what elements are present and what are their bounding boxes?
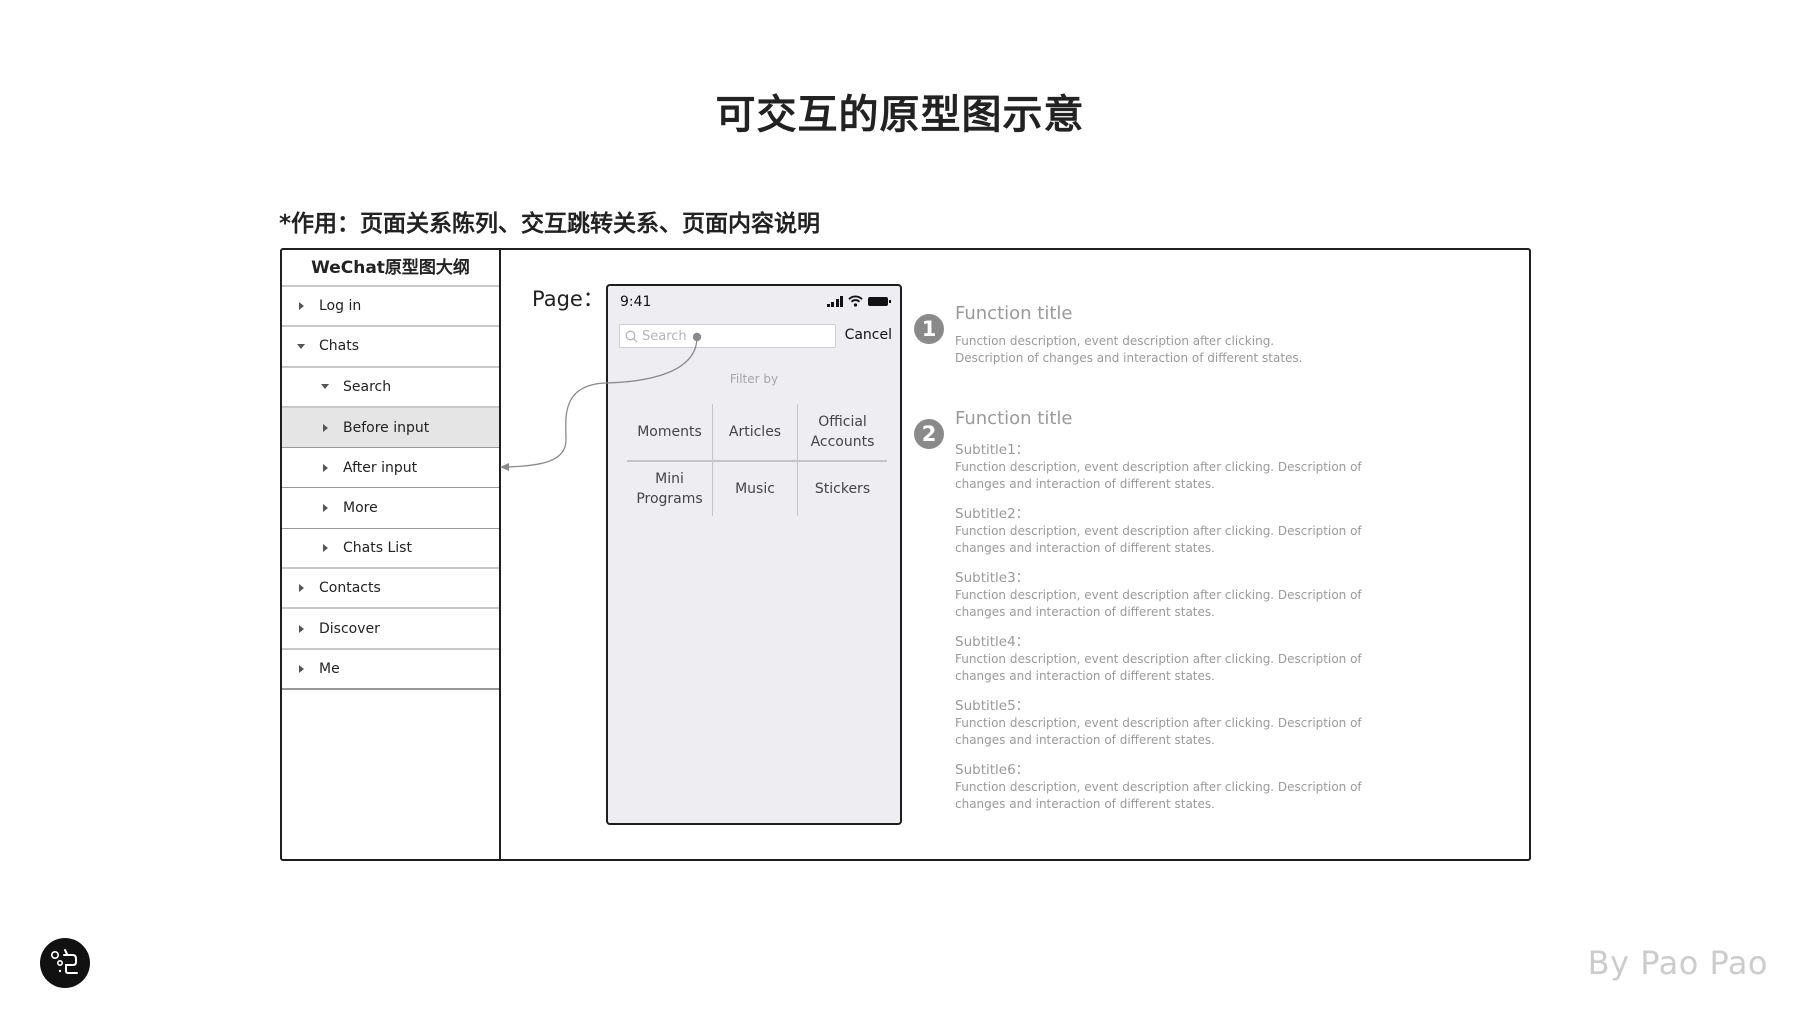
outline-item-label: More [343, 500, 378, 517]
caret-right-icon[interactable] [296, 664, 306, 674]
signal-icon [826, 295, 843, 307]
outline-item-log-in[interactable]: Log in [282, 287, 499, 328]
outline-sidebar: WeChat原型图大纲 Log in Chats Search Before i… [282, 250, 501, 859]
outline-item-before-input[interactable]: Before input [282, 407, 499, 449]
caret-right-icon[interactable] [296, 583, 306, 593]
annotation-description: changes and interaction of different sta… [955, 541, 1215, 555]
annotation-title: Function title [955, 408, 1073, 429]
outline-item-label: Before input [343, 419, 430, 436]
annotation-description: Function description, event description … [955, 334, 1275, 348]
outline-item-label: Chats List [343, 539, 412, 556]
annotation-description: changes and interaction of different sta… [955, 477, 1215, 491]
outline-item-search[interactable]: Search [282, 368, 499, 408]
cancel-button[interactable]: Cancel [845, 327, 892, 343]
outline-item-label: Log in [319, 298, 362, 315]
outline-header: WeChat原型图大纲 [282, 250, 499, 287]
filter-by-label: Filter by [729, 372, 779, 386]
battery-icon [868, 296, 891, 306]
annotation-description: changes and interaction of different sta… [955, 669, 1215, 683]
annotation-description: Function description, event description … [955, 780, 1362, 794]
status-time: 9:41 [620, 294, 652, 310]
annotation-number-badge: 2 [914, 419, 944, 449]
phone-mockup: 9:41 Search Cancel Filter by Moments Art… [606, 284, 902, 825]
wifi-icon [848, 295, 863, 307]
annotation-subtitle: Subtitle5： [955, 698, 1030, 714]
annotation-title: Function title [955, 303, 1073, 324]
byline: By Pao Pao [1587, 944, 1768, 982]
page-label: Page： [532, 287, 604, 311]
annotation-description: Function description, event description … [955, 652, 1362, 666]
status-bar-icons [826, 294, 891, 308]
caret-down-icon[interactable] [296, 341, 306, 351]
annotation-number-badge: 1 [914, 314, 944, 344]
search-input[interactable]: Search [619, 324, 836, 348]
annotation-description: Function description, event description … [955, 524, 1362, 538]
filter-mini-programs[interactable]: Mini Programs [627, 462, 712, 516]
annotation-subtitle: Subtitle6： [955, 762, 1030, 778]
caret-right-icon[interactable] [320, 423, 330, 433]
annotation-subtitle: Subtitle3： [955, 570, 1030, 586]
pao-logo-icon [40, 938, 90, 988]
caret-right-icon[interactable] [320, 463, 330, 473]
outline-item-me[interactable]: Me [282, 650, 499, 690]
annotation-description: changes and interaction of different sta… [955, 733, 1215, 747]
search-placeholder: Search [642, 328, 687, 344]
page-title: 可交互的原型图示意 [715, 92, 1085, 138]
filter-grid: Moments Articles Official Accounts Mini … [627, 404, 887, 516]
annotation-subtitle: Subtitle2： [955, 506, 1030, 522]
filter-moments[interactable]: Moments [627, 404, 712, 460]
annotation-description: changes and interaction of different sta… [955, 797, 1215, 811]
annotation-description: changes and interaction of different sta… [955, 605, 1215, 619]
filter-official-accounts[interactable]: Official Accounts [798, 404, 887, 460]
filter-stickers[interactable]: Stickers [798, 462, 887, 516]
outline-item-label: After input [343, 459, 418, 476]
caret-right-icon[interactable] [320, 543, 330, 553]
annotation-description: Function description, event description … [955, 588, 1362, 602]
outline-item-label: Chats [319, 338, 360, 355]
annotation-description: Description of changes and interaction o… [955, 351, 1303, 365]
annotation-subtitle: Subtitle4： [955, 634, 1030, 650]
outline-item-contacts[interactable]: Contacts [282, 569, 499, 610]
prototype-frame: WeChat原型图大纲 Log in Chats Search Before i… [280, 248, 1531, 861]
outline-item-discover[interactable]: Discover [282, 609, 499, 650]
outline-item-label: Discover [319, 620, 380, 637]
filter-articles[interactable]: Articles [713, 404, 797, 460]
annotation-description: Function description, event description … [955, 716, 1362, 730]
outline-item-label: Search [343, 378, 392, 395]
outline-item-after-input[interactable]: After input [282, 448, 499, 489]
purpose-caption: *作用：页面关系陈列、交互跳转关系、页面内容说明 [279, 211, 821, 237]
outline-item-chats-list[interactable]: Chats List [282, 529, 499, 570]
outline-item-more[interactable]: More [282, 488, 499, 529]
outline-item-label: Me [319, 660, 340, 677]
caret-down-icon[interactable] [320, 382, 330, 392]
caret-right-icon[interactable] [320, 503, 330, 513]
search-icon [625, 330, 638, 342]
annotation-description: Function description, event description … [955, 460, 1362, 474]
caret-right-icon[interactable] [296, 624, 306, 634]
outline-item-label: Contacts [319, 580, 381, 597]
outline-item-chats[interactable]: Chats [282, 327, 499, 368]
annotation-subtitle: Subtitle1： [955, 442, 1030, 458]
caret-right-icon[interactable] [296, 301, 306, 311]
filter-music[interactable]: Music [713, 462, 797, 516]
